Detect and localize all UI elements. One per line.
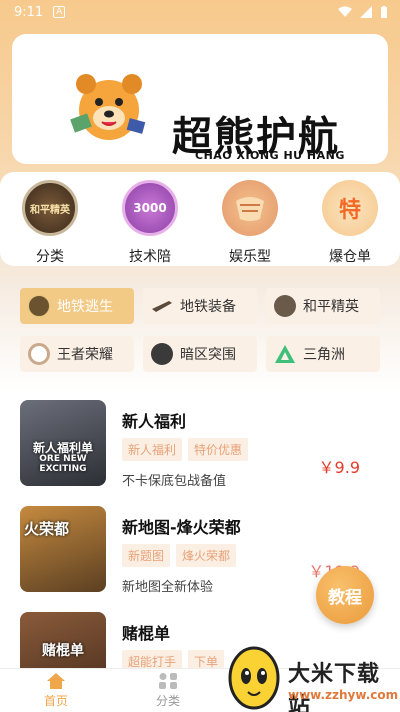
arena-breakout-icon	[151, 343, 173, 365]
chip-label: 三角洲	[303, 347, 345, 363]
product-tag: 烽火荣都	[176, 544, 237, 567]
product-tag: 新题图	[122, 544, 171, 567]
chip-label: 暗区突围	[180, 347, 236, 363]
honor-of-kings-icon	[28, 343, 50, 365]
category-label: 娱乐型	[229, 249, 271, 265]
category-yulexing[interactable]: 娱乐型	[210, 180, 290, 266]
product-thumbnail: 新人福利单 ORE NEW EXCITING	[20, 400, 106, 486]
home-icon	[47, 673, 65, 689]
category-label: 分类	[36, 249, 64, 265]
chip-anqu-tuwei[interactable]: 暗区突围	[143, 336, 257, 372]
tutorial-button[interactable]: 教程	[316, 566, 374, 624]
tab-label: 分类	[155, 694, 180, 708]
product-title: 新地图-烽火荣都	[122, 518, 241, 537]
peace-elite-small-icon	[28, 295, 50, 317]
orange-te-icon: 特	[322, 180, 378, 236]
battery-icon	[381, 5, 387, 18]
tab-home[interactable]: 首页	[0, 669, 112, 712]
chip-label: 地铁装备	[180, 299, 236, 315]
product-tag: 新人福利	[122, 438, 183, 461]
chip-ditie-taosheng[interactable]: 地铁逃生	[20, 288, 134, 324]
chip-label: 地铁逃生	[57, 299, 113, 315]
tab-category[interactable]: 分类	[112, 669, 224, 712]
chip-heping-jingying[interactable]: 和平精英	[266, 288, 380, 324]
chip-label: 王者荣耀	[57, 347, 113, 363]
chip-ditie-zhuangbei[interactable]: 地铁装备	[143, 288, 257, 324]
peace-elite-logo-icon: 和平精英	[22, 180, 78, 236]
rice-mascot-icon	[228, 646, 280, 710]
product-title: 新人福利	[122, 412, 187, 431]
watermark-name: 大米下载站	[288, 662, 381, 712]
chip-label: 和平精英	[303, 299, 359, 315]
category-row: 和平精英 分类 3000 技术陪 娱乐型 特 爆仓单	[0, 172, 400, 266]
notification-a-icon: A	[53, 6, 66, 18]
product-title: 赌棍单	[122, 624, 171, 643]
product-tag: 特价优惠	[188, 438, 249, 461]
product-thumbnail: 火荣都	[20, 506, 106, 592]
chip-sanjiaozhou[interactable]: 三角洲	[266, 336, 380, 372]
product-tags: 新人福利 特价优惠	[122, 438, 249, 461]
tab-label: 首页	[43, 694, 68, 708]
watermark: 大米下载站 www.zzhyw.com	[222, 640, 400, 712]
brand-subtitle: CHAO XIONG HU HANG	[195, 149, 345, 162]
rifle-icon	[152, 301, 172, 312]
category-label: 技术陪	[129, 249, 171, 265]
product-desc: 不卡保底包战备值	[122, 474, 227, 489]
status-time: 9:11	[14, 4, 44, 20]
product-price: ￥9.9	[318, 458, 360, 477]
wifi-icon	[338, 6, 352, 17]
product-desc: 新地图全新体验	[122, 580, 214, 595]
category-label: 爆仓单	[329, 249, 371, 265]
category-baocangdan[interactable]: 特 爆仓单	[310, 180, 390, 266]
watermark-url: www.zzhyw.com	[288, 688, 399, 702]
purple-badge-3000-icon: 3000	[122, 180, 178, 236]
category-fenlei[interactable]: 和平精英 分类	[10, 180, 90, 266]
category-grid-icon	[159, 673, 177, 689]
bear-mascot-logo	[70, 74, 146, 140]
signal-icon	[360, 6, 372, 18]
soldier-avatar-icon	[274, 295, 296, 317]
delta-force-icon	[275, 345, 295, 363]
game-chip-grid: 地铁逃生 地铁装备 和平精英 王者荣耀 暗区突围 三角洲	[20, 288, 380, 372]
brand-banner: 超熊护航 CHAO XIONG HU HANG	[12, 34, 388, 164]
orange-food-icon	[222, 180, 278, 236]
product-item[interactable]: 新人福利单 ORE NEW EXCITING 新人福利 新人福利 特价优惠 不卡…	[20, 400, 380, 506]
product-tags: 新题图 烽火荣都	[122, 544, 237, 567]
status-bar: 9:11 A	[0, 0, 400, 24]
chip-wangzhe-rongyao[interactable]: 王者荣耀	[20, 336, 134, 372]
category-jishupei[interactable]: 3000 技术陪	[110, 180, 190, 266]
